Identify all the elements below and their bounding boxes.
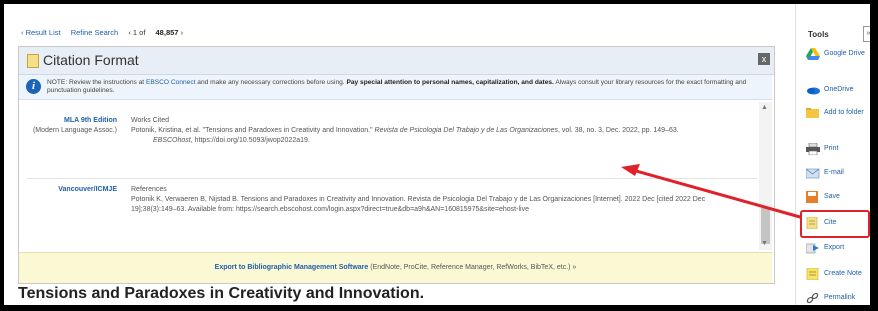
annotation-arrow — [621, 164, 802, 219]
screenshot-frame: ‹ Result List Refine Search ‹ 1 of 48,85… — [4, 4, 870, 305]
